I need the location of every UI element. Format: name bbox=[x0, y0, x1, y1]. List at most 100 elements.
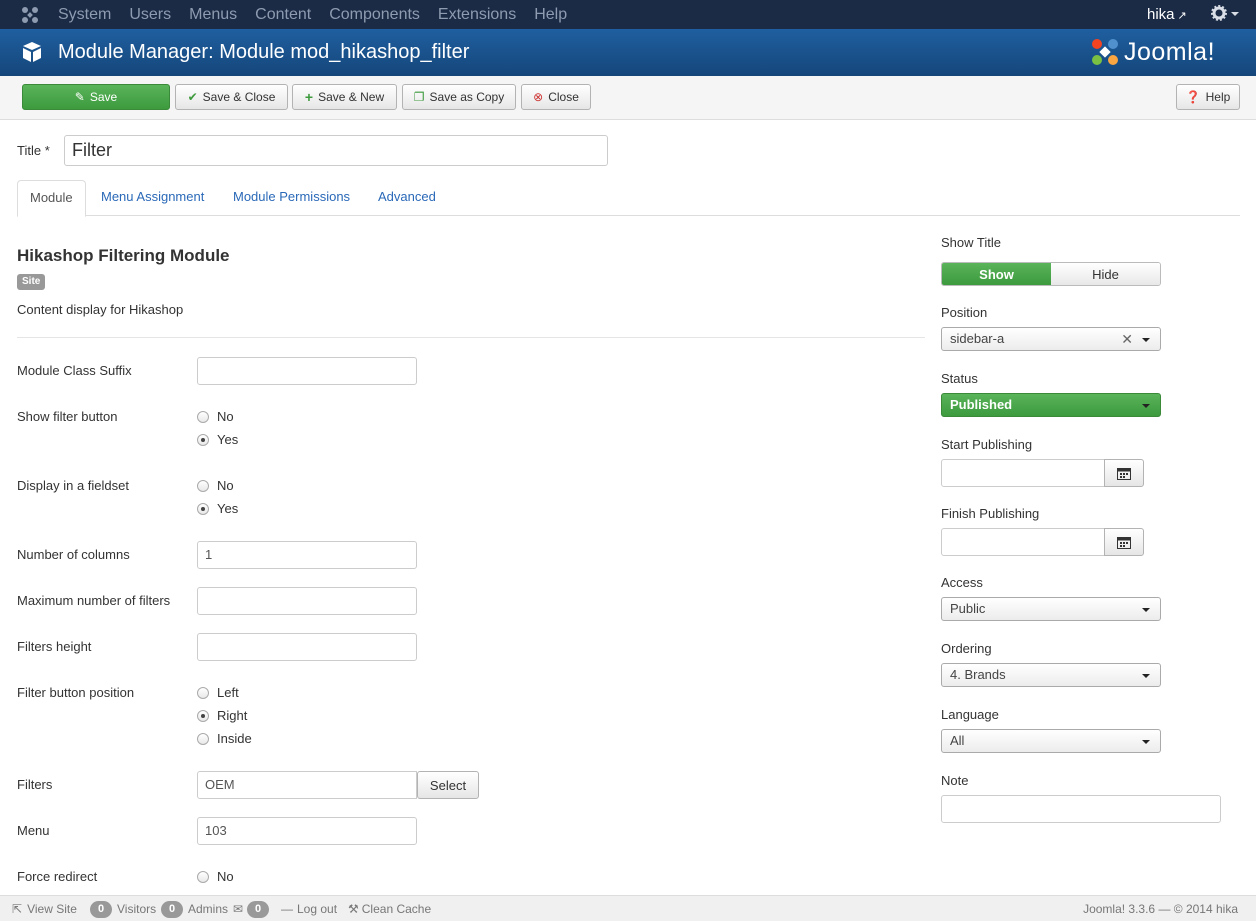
menu-help[interactable]: Help bbox=[534, 0, 567, 29]
chevron-down-icon bbox=[1142, 338, 1150, 342]
chevron-down-icon bbox=[1142, 404, 1150, 408]
max-filters-input[interactable] bbox=[197, 587, 417, 615]
class-suffix-input[interactable] bbox=[197, 357, 417, 385]
status-select[interactable]: Published bbox=[941, 393, 1161, 417]
calendar-icon bbox=[1117, 536, 1131, 549]
clean-cache-label: Clean Cache bbox=[361, 902, 432, 916]
title-input[interactable]: Filter bbox=[64, 135, 608, 166]
logout-label: Log out bbox=[297, 902, 338, 916]
chevron-down-icon bbox=[1142, 674, 1150, 678]
clear-icon[interactable]: ✕ bbox=[1121, 328, 1133, 350]
position-label: Position bbox=[941, 305, 988, 320]
joomla-logo-icon[interactable] bbox=[20, 5, 40, 25]
button-position-right[interactable]: Right bbox=[197, 708, 247, 723]
menu-components[interactable]: Components bbox=[329, 0, 420, 29]
version-info: Joomla! 3.3.6 — © 2014 hika bbox=[1083, 902, 1238, 916]
filters-input[interactable]: OEM bbox=[197, 771, 417, 799]
page-title: Module Manager: Module mod_hikashop_filt… bbox=[58, 41, 470, 63]
radio-dot-selected bbox=[197, 502, 209, 515]
radio-label: No bbox=[217, 478, 234, 493]
top-navbar: System Users Menus Content Components Ex… bbox=[0, 0, 1256, 29]
show-title-toggle: Show Hide bbox=[941, 262, 1161, 286]
num-columns-input[interactable]: 1 bbox=[197, 541, 417, 569]
radio-label: Left bbox=[217, 685, 239, 700]
help-button[interactable]: ❓ Help bbox=[1176, 84, 1240, 110]
divider bbox=[17, 337, 925, 338]
position-value: sidebar-a bbox=[950, 331, 1005, 346]
display-fieldset-label: Display in a fieldset bbox=[17, 478, 129, 493]
messages-indicator[interactable]: ✉ 0 bbox=[233, 896, 274, 921]
menu-system[interactable]: System bbox=[58, 0, 111, 29]
view-site-link[interactable]: ⇱ View Site bbox=[12, 896, 77, 921]
menu-menus[interactable]: Menus bbox=[189, 0, 237, 29]
module-description: Content display for Hikashop bbox=[17, 302, 184, 317]
tab-menu-assignment[interactable]: Menu Assignment bbox=[89, 180, 216, 216]
title-label-text: Title bbox=[17, 143, 42, 158]
radio-dot-selected bbox=[197, 709, 209, 722]
menu-input[interactable]: 103 bbox=[197, 817, 417, 845]
display-fieldset-yes[interactable]: Yes bbox=[197, 501, 238, 516]
clean-cache-link[interactable]: ⚒ Clean Cache bbox=[348, 896, 431, 921]
finish-publishing-calendar-button[interactable] bbox=[1104, 528, 1144, 556]
show-filter-button-yes[interactable]: Yes bbox=[197, 432, 238, 447]
close-button[interactable]: ⊗ Close bbox=[521, 84, 591, 110]
title-label: Title * bbox=[17, 143, 50, 158]
logout-link[interactable]: — Log out bbox=[281, 896, 337, 921]
save-close-button[interactable]: ✔ Save & Close bbox=[175, 84, 288, 110]
show-filter-button-label: Show filter button bbox=[17, 409, 118, 424]
display-fieldset-no[interactable]: No bbox=[197, 478, 234, 493]
admins-badge: 0 bbox=[161, 900, 183, 918]
note-input[interactable] bbox=[941, 795, 1221, 823]
minus-icon: — bbox=[281, 902, 293, 916]
save-copy-button[interactable]: ❐ Save as Copy bbox=[402, 84, 516, 110]
radio-dot bbox=[197, 479, 209, 492]
show-title-hide[interactable]: Hide bbox=[1051, 263, 1160, 285]
start-publishing-calendar-button[interactable] bbox=[1104, 459, 1144, 487]
save-copy-label: Save as Copy bbox=[429, 90, 505, 104]
menu-content[interactable]: Content bbox=[255, 0, 311, 29]
access-label: Access bbox=[941, 575, 983, 590]
start-publishing-input[interactable] bbox=[941, 459, 1105, 487]
access-select[interactable]: Public bbox=[941, 597, 1161, 621]
radio-label: Right bbox=[217, 708, 248, 723]
status-bar: ⇱ View Site 0 Visitors 0 Admins ✉ 0 — Log out… bbox=[0, 895, 1256, 921]
finish-publishing-label: Finish Publishing bbox=[941, 506, 1040, 521]
position-select[interactable]: sidebar-a ✕ bbox=[941, 327, 1161, 351]
tab-module[interactable]: Module bbox=[17, 180, 86, 217]
required-marker: * bbox=[44, 143, 50, 158]
button-position-left[interactable]: Left bbox=[197, 685, 239, 700]
cube-icon bbox=[23, 42, 41, 62]
copy-icon: ❐ bbox=[413, 90, 425, 104]
visitors-label: Visitors bbox=[117, 902, 157, 916]
radio-label: Yes bbox=[217, 432, 239, 447]
status-value: Published bbox=[950, 397, 1013, 412]
calendar-icon bbox=[1117, 467, 1131, 480]
finish-publishing-input[interactable] bbox=[941, 528, 1105, 556]
save-button[interactable]: ✎ Save bbox=[22, 84, 170, 110]
ordering-value: 4. Brands bbox=[950, 667, 1006, 682]
radio-label: No bbox=[217, 409, 234, 424]
tab-module-permissions[interactable]: Module Permissions bbox=[221, 180, 362, 216]
language-select[interactable]: All bbox=[941, 729, 1161, 753]
filters-select-button[interactable]: Select bbox=[417, 771, 479, 799]
site-badge: Site bbox=[17, 274, 46, 290]
force-redirect-no[interactable]: No bbox=[197, 869, 234, 884]
filters-height-label: Filters height bbox=[17, 639, 92, 654]
plus-icon: + bbox=[304, 89, 314, 105]
module-name: Hikashop Filtering Module bbox=[17, 246, 230, 265]
radio-dot bbox=[197, 410, 209, 423]
admins-indicator: 0 Admins bbox=[161, 896, 228, 921]
button-position-inside[interactable]: Inside bbox=[197, 731, 252, 746]
user-link[interactable]: hika ↗ bbox=[1147, 0, 1187, 31]
show-filter-button-no[interactable]: No bbox=[197, 409, 234, 424]
gear-icon[interactable] bbox=[1211, 4, 1241, 24]
show-title-show[interactable]: Show bbox=[942, 263, 1051, 285]
ordering-select[interactable]: 4. Brands bbox=[941, 663, 1161, 687]
tab-advanced[interactable]: Advanced bbox=[366, 180, 448, 216]
menu-users[interactable]: Users bbox=[129, 0, 171, 29]
access-value: Public bbox=[950, 601, 986, 616]
filters-height-input[interactable] bbox=[197, 633, 417, 661]
menu-extensions[interactable]: Extensions bbox=[438, 0, 516, 29]
tab-bar: Module Menu Assignment Module Permission… bbox=[17, 180, 1240, 217]
save-new-button[interactable]: + Save & New bbox=[292, 84, 397, 110]
